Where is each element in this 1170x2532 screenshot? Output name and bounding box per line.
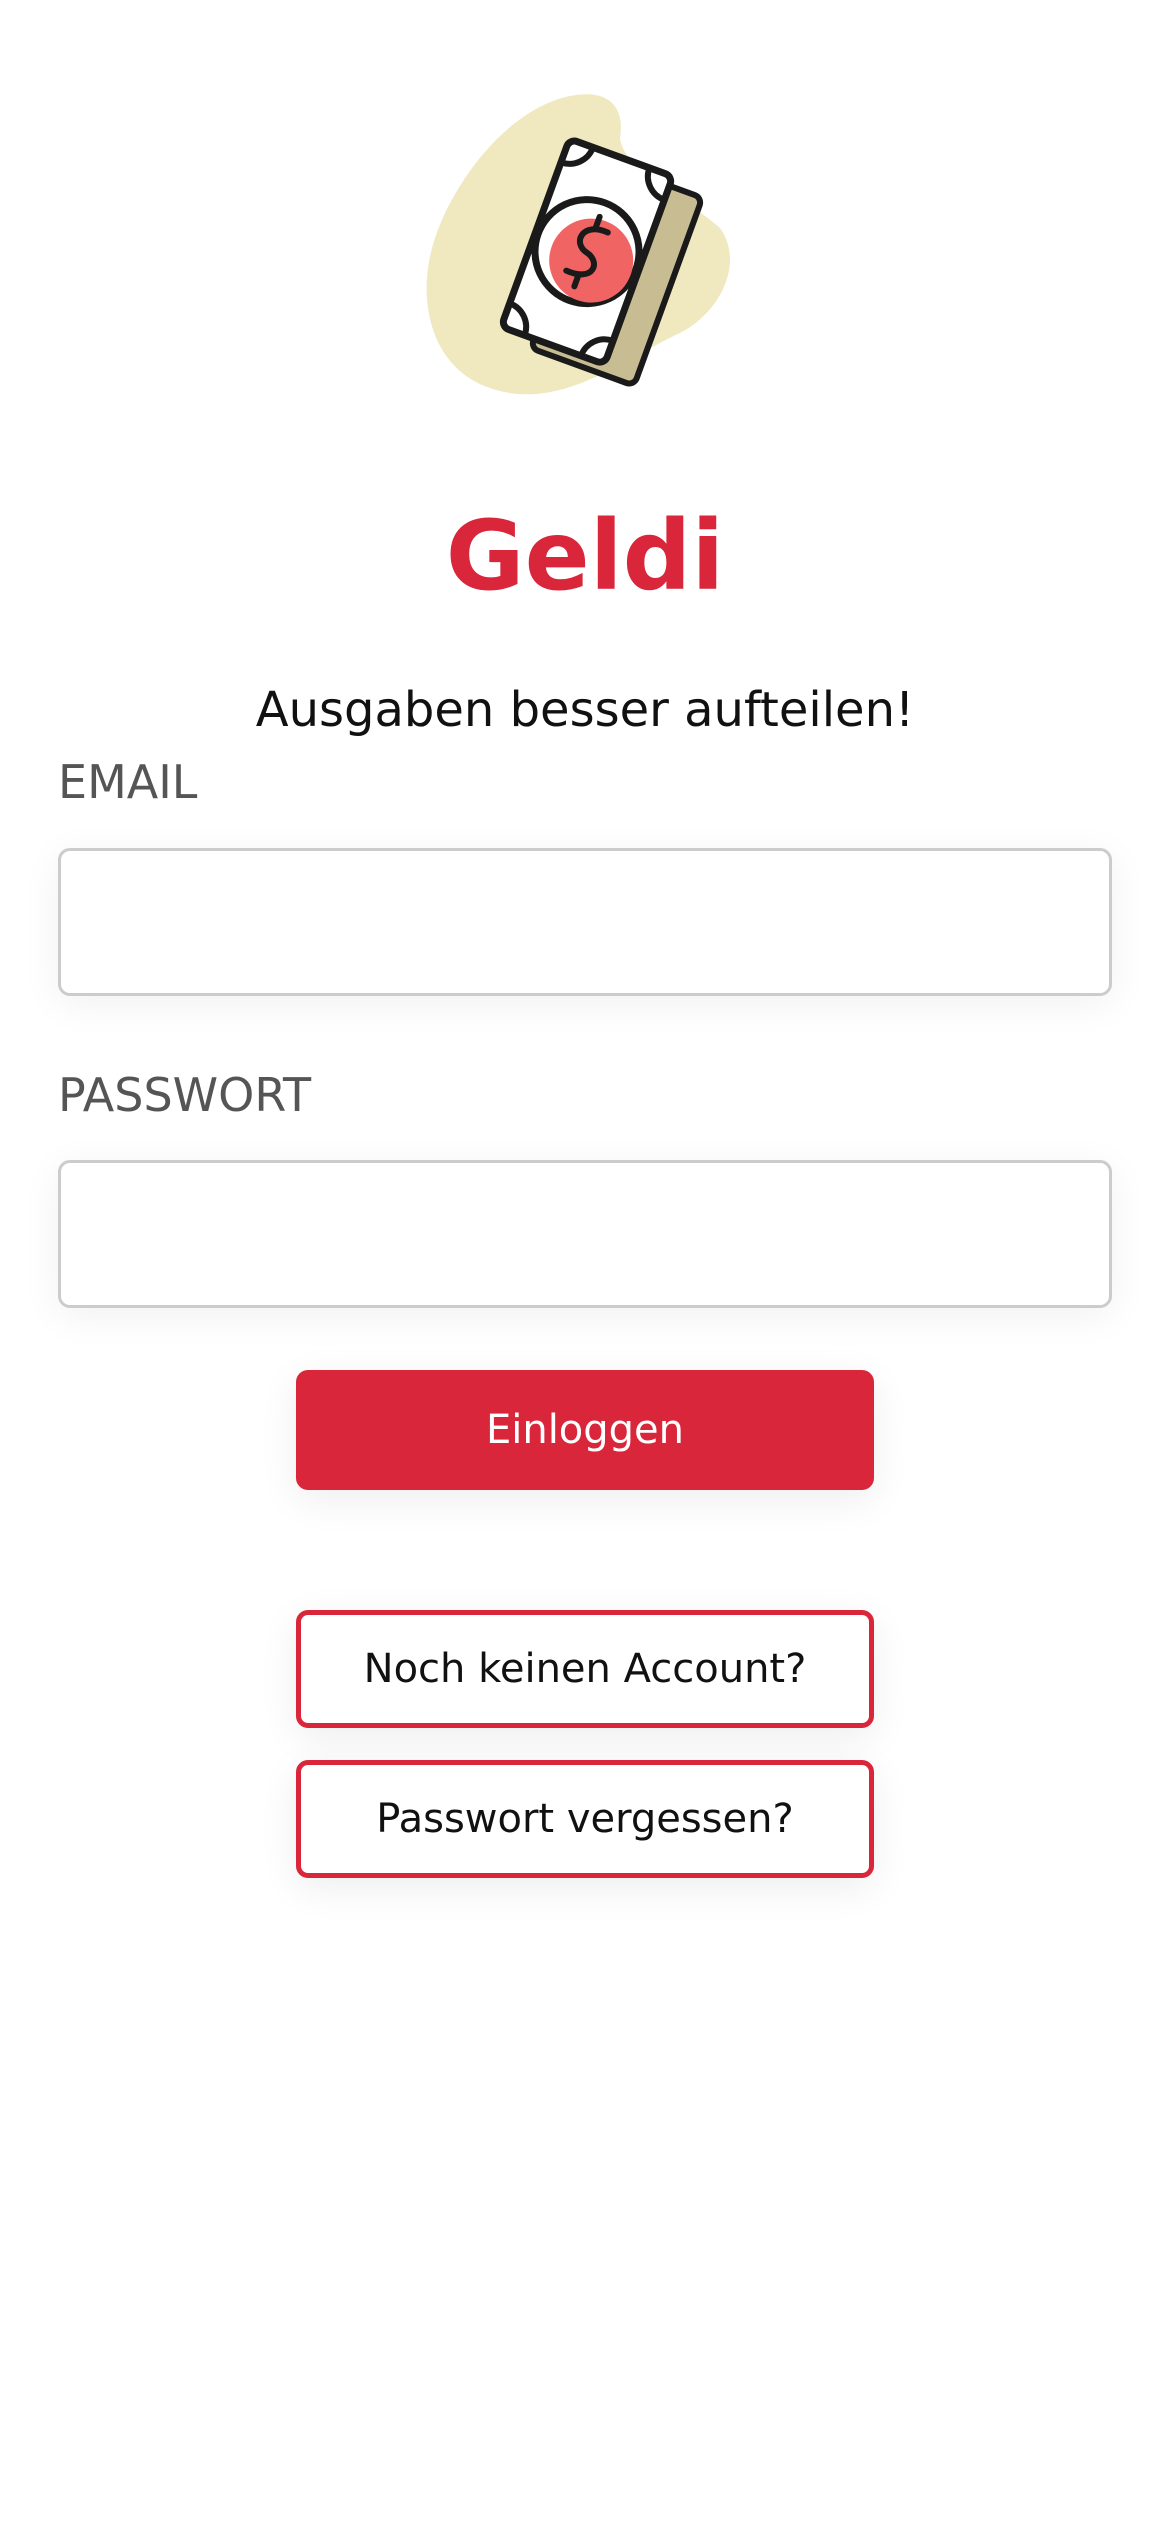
money-bill-icon bbox=[426, 94, 731, 395]
app-title: Geldi bbox=[445, 500, 725, 612]
password-field[interactable] bbox=[58, 1160, 1112, 1308]
forgot-password-button[interactable]: Passwort vergessen? bbox=[296, 1760, 874, 1878]
app-tagline: Ausgaben besser aufteilen! bbox=[255, 682, 915, 738]
password-label: PASSWORT bbox=[58, 1068, 312, 1122]
email-label: EMAIL bbox=[58, 755, 198, 809]
email-field[interactable] bbox=[58, 848, 1112, 996]
register-button[interactable]: Noch keinen Account? bbox=[296, 1610, 874, 1728]
login-button[interactable]: Einloggen bbox=[296, 1370, 874, 1490]
app-logo bbox=[420, 88, 750, 408]
